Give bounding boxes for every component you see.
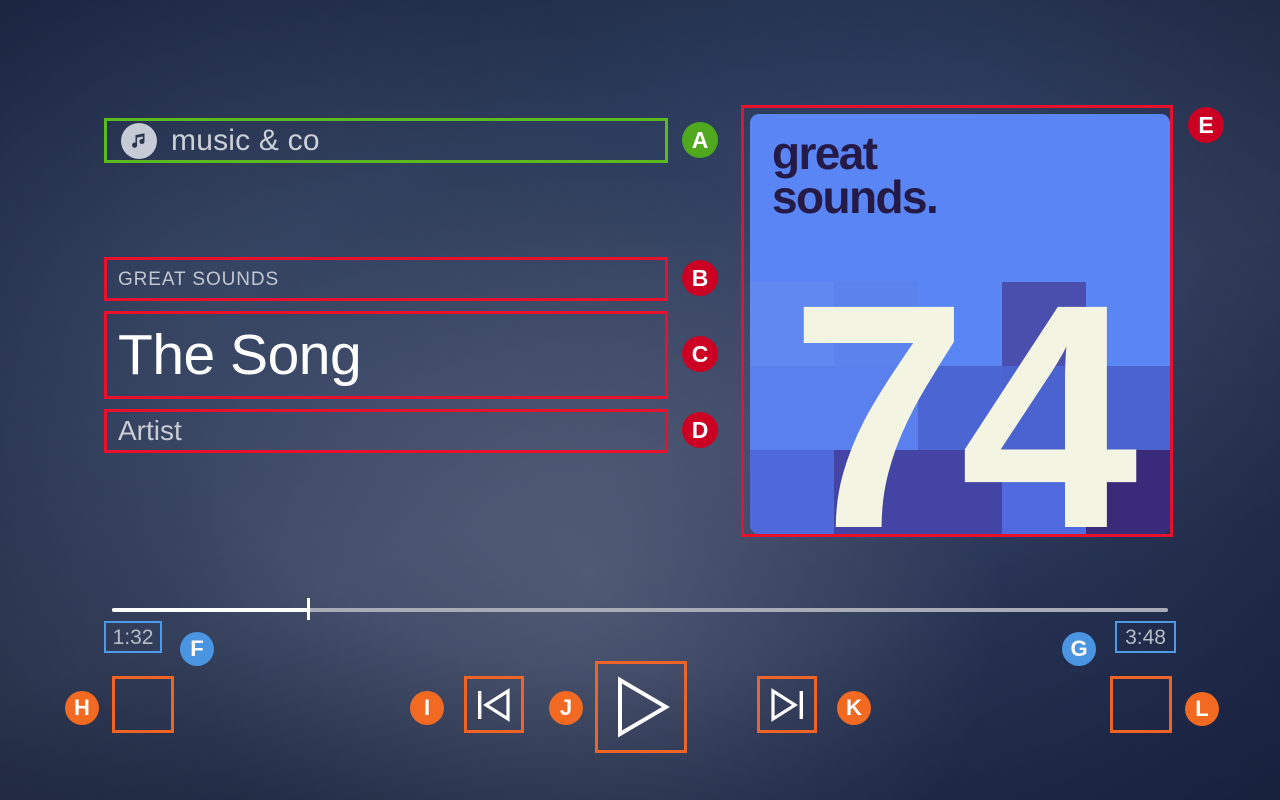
annotation-badge-l: L — [1185, 692, 1219, 726]
song-title-label: The Song — [118, 322, 362, 387]
total-time: 3:48 — [1115, 621, 1176, 653]
previous-track-icon — [478, 687, 510, 722]
album-name-label: GREAT SOUNDS — [118, 268, 280, 290]
next-button[interactable] — [757, 676, 817, 733]
music-player-window: music & co A GREAT SOUNDS B The Song C A… — [0, 0, 1280, 800]
album-artwork[interactable]: great sounds. 74 — [741, 105, 1173, 537]
play-icon — [618, 676, 670, 738]
previous-button[interactable] — [464, 676, 524, 733]
artwork-wordmark-line2: sounds. — [772, 171, 939, 224]
artwork-wordmark: great sounds. — [772, 127, 939, 224]
artist-name-field[interactable]: Artist — [104, 409, 668, 453]
album-artwork-image: great sounds. 74 — [750, 114, 1170, 534]
annotation-badge-i: I — [410, 691, 444, 725]
elapsed-time: 1:32 — [104, 621, 162, 653]
annotation-badge-b: B — [682, 260, 718, 296]
app-name-field[interactable]: music & co — [104, 118, 668, 163]
artist-name-label: Artist — [118, 415, 182, 446]
annotation-badge-g: G — [1062, 632, 1096, 666]
album-name-field[interactable]: GREAT SOUNDS — [104, 257, 668, 301]
app-name-highlight — [104, 118, 668, 163]
annotation-badge-h: H — [65, 691, 99, 725]
repeat-button[interactable] — [1110, 676, 1172, 733]
shuffle-button[interactable] — [112, 676, 174, 733]
progress-thumb[interactable] — [306, 598, 310, 620]
annotation-badge-j: J — [549, 691, 583, 725]
next-track-icon — [771, 687, 803, 722]
progress-fill — [112, 608, 309, 612]
progress-bar[interactable] — [112, 598, 1168, 620]
annotation-badge-k: K — [837, 691, 871, 725]
song-title-field[interactable]: The Song — [104, 311, 668, 399]
artwork-wordmark-line1: great — [772, 127, 878, 179]
artwork-number: 74 — [790, 237, 1138, 534]
annotation-badge-f: F — [180, 632, 214, 666]
annotation-badge-c: C — [682, 336, 718, 372]
annotation-badge-a: A — [682, 122, 718, 158]
annotation-badge-e: E — [1188, 107, 1224, 143]
annotation-badge-d: D — [682, 412, 718, 448]
play-button[interactable] — [595, 661, 687, 753]
